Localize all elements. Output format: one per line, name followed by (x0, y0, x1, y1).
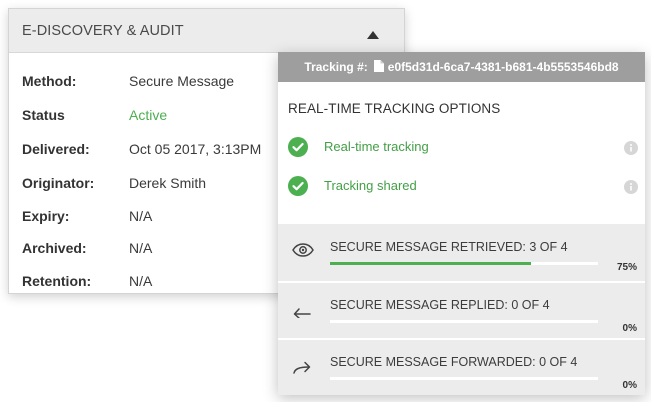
stat-percent: 75% (616, 262, 637, 273)
delivered-label: Delivered: (22, 141, 90, 157)
stat-label: SECURE MESSAGE FORWARDED: 0 OF 4 (330, 355, 578, 369)
tracking-label: Tracking #: (304, 60, 368, 74)
stat-percent: 0% (622, 323, 637, 334)
expiry-value: N/A (129, 208, 153, 224)
option-label: Tracking shared (324, 178, 417, 193)
archived-value: N/A (129, 240, 153, 256)
stat-retrieved: SECURE MESSAGE RETRIEVED: 3 OF 4 75% (278, 224, 645, 281)
originator-label: Originator: (22, 175, 95, 191)
check-circle-icon[interactable] (288, 176, 308, 201)
method-label: Method: (22, 73, 77, 89)
tracking-options-title: REAL-TIME TRACKING OPTIONS (288, 101, 501, 116)
stat-replied: SECURE MESSAGE REPLIED: 0 OF 4 0% (278, 281, 645, 338)
method-value: Secure Message (129, 73, 235, 89)
status-value: Active (129, 107, 168, 123)
retention-value: N/A (129, 273, 153, 289)
tracking-panel: Tracking #: e0f5d31d-6ca7-4381-b681-4b55… (278, 52, 645, 395)
progress-bar (330, 320, 598, 323)
tracking-id[interactable]: e0f5d31d-6ca7-4381-b681-4b5553546bd8 (388, 60, 619, 74)
stat-count: 0 OF 4 (539, 355, 578, 369)
eye-icon (292, 243, 314, 262)
stat-forwarded: SECURE MESSAGE FORWARDED: 0 OF 4 0% (278, 338, 645, 395)
info-icon[interactable] (624, 141, 638, 160)
stat-label: SECURE MESSAGE REPLIED: 0 OF 4 (330, 298, 550, 312)
forward-arrow-icon (292, 360, 312, 381)
tracking-header: Tracking #: e0f5d31d-6ca7-4381-b681-4b55… (278, 52, 645, 82)
caret-up-icon[interactable] (367, 26, 379, 44)
audit-header[interactable]: E-DISCOVERY & AUDIT (9, 9, 404, 53)
stat-label: SECURE MESSAGE RETRIEVED: 3 OF 4 (330, 240, 568, 254)
audit-title: E-DISCOVERY & AUDIT (22, 22, 184, 39)
retention-label: Retention: (22, 273, 92, 289)
stat-percent: 0% (622, 380, 637, 391)
stat-count: 0 OF 4 (511, 298, 550, 312)
option-tracking-shared[interactable]: Tracking shared (288, 176, 638, 196)
info-icon[interactable] (624, 180, 638, 199)
archived-label: Archived: (22, 240, 87, 256)
stat-count: 3 OF 4 (529, 240, 568, 254)
option-label: Real-time tracking (324, 139, 429, 154)
originator-value: Derek Smith (129, 175, 207, 191)
document-icon (373, 59, 384, 75)
progress-bar (330, 262, 598, 265)
check-circle-icon[interactable] (288, 137, 308, 162)
delivered-value: Oct 05 2017, 3:13PM (129, 141, 262, 157)
progress-bar (330, 377, 598, 380)
expiry-label: Expiry: (22, 208, 70, 224)
status-label: Status (22, 107, 65, 123)
option-realtime-tracking[interactable]: Real-time tracking (288, 137, 638, 157)
progress-fill (330, 262, 531, 265)
reply-arrow-icon (292, 302, 312, 323)
